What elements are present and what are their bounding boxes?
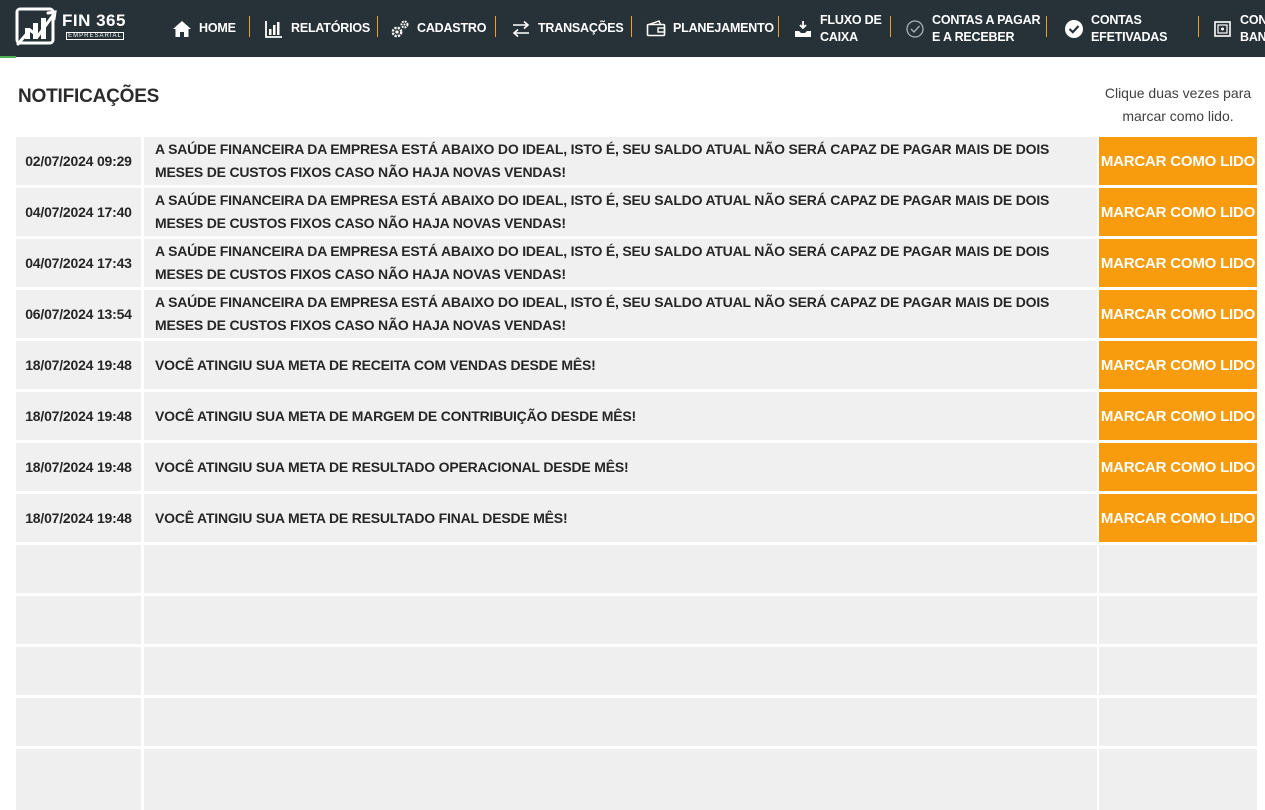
notification-date: 06/07/2024 13:54 bbox=[16, 290, 141, 338]
empty-cell bbox=[144, 698, 1097, 746]
notification-date: 04/07/2024 17:43 bbox=[16, 239, 141, 287]
empty-cell bbox=[144, 797, 1097, 810]
nav-separator bbox=[1046, 16, 1047, 37]
nav-contas-pagar-receber-label: CONTAS A PAGAR E A RECEBER bbox=[932, 12, 1041, 44]
notification-date: 04/07/2024 17:40 bbox=[16, 188, 141, 236]
nav-home-label: HOME bbox=[199, 21, 236, 35]
nav-contas-efetivadas[interactable]: CONTAS EFETIVADAS bbox=[1064, 0, 1167, 57]
check-circle-outline-icon bbox=[905, 19, 925, 39]
nav-separator bbox=[1198, 16, 1199, 37]
bank-icon bbox=[1213, 19, 1233, 39]
notification-message: A SAÚDE FINANCEIRA DA EMPRESA ESTÁ ABAIX… bbox=[144, 290, 1097, 338]
empty-cell bbox=[16, 797, 141, 810]
nav-fluxo-de-caixa[interactable]: FLUXO DE CAIXA bbox=[793, 0, 882, 57]
notification-date: 18/07/2024 19:48 bbox=[16, 443, 141, 491]
nav-planejamento-label: PLANEJAMENTO bbox=[673, 21, 774, 35]
nav-conciliacao-bancaria[interactable]: CONC BANC bbox=[1213, 0, 1265, 57]
bar-chart-icon bbox=[264, 19, 284, 39]
wallet-icon bbox=[646, 19, 666, 39]
notification-action-cell: MARCAR COMO LIDO bbox=[1099, 290, 1257, 338]
money-hand-icon bbox=[793, 19, 813, 39]
nav-contas-pagar-receber[interactable]: CONTAS A PAGAR E A RECEBER bbox=[905, 0, 1041, 57]
empty-cell bbox=[16, 647, 141, 695]
notification-date: 18/07/2024 19:48 bbox=[16, 494, 141, 542]
nav-separator bbox=[377, 16, 378, 37]
transfer-arrows-icon bbox=[511, 19, 531, 39]
nav-separator bbox=[631, 16, 632, 37]
empty-cell bbox=[1099, 749, 1257, 797]
logo-chart-icon bbox=[15, 7, 57, 46]
notification-date: 18/07/2024 19:48 bbox=[16, 341, 141, 389]
brand-name: FIN 365 bbox=[62, 11, 126, 30]
mark-as-read-button[interactable]: MARCAR COMO LIDO bbox=[1099, 239, 1257, 287]
empty-cell bbox=[1099, 596, 1257, 644]
notification-message: VOCÊ ATINGIU SUA META DE RESULTADO OPERA… bbox=[144, 443, 1097, 491]
notification-action-cell: MARCAR COMO LIDO bbox=[1099, 239, 1257, 287]
notification-action-cell: MARCAR COMO LIDO bbox=[1099, 443, 1257, 491]
empty-cell bbox=[1099, 698, 1257, 746]
notification-action-cell: MARCAR COMO LIDO bbox=[1099, 188, 1257, 236]
empty-cell bbox=[16, 545, 141, 593]
empty-cell bbox=[144, 647, 1097, 695]
notification-message: VOCÊ ATINGIU SUA META DE RESULTADO FINAL… bbox=[144, 494, 1097, 542]
nav-cadastro[interactable]: CADASTRO bbox=[390, 0, 486, 57]
gears-icon bbox=[390, 19, 410, 39]
mark-as-read-button[interactable]: MARCAR COMO LIDO bbox=[1099, 137, 1257, 185]
empty-cell bbox=[1099, 545, 1257, 593]
notification-date: 02/07/2024 09:29 bbox=[16, 137, 141, 185]
empty-cell bbox=[144, 596, 1097, 644]
nav-home[interactable]: HOME bbox=[172, 0, 236, 57]
nav-fluxo-de-caixa-label: FLUXO DE CAIXA bbox=[820, 12, 882, 44]
mark-as-read-button[interactable]: MARCAR COMO LIDO bbox=[1099, 392, 1257, 440]
empty-cell bbox=[144, 749, 1097, 797]
mark-as-read-button[interactable]: MARCAR COMO LIDO bbox=[1099, 341, 1257, 389]
nav-relatorios[interactable]: RELATÓRIOS bbox=[264, 0, 370, 57]
mark-read-hint: Clique duas vezes para marcar como lido. bbox=[1104, 85, 1252, 124]
nav-relatorios-label: RELATÓRIOS bbox=[291, 21, 371, 35]
notification-message: VOCÊ ATINGIU SUA META DE MARGEM DE CONTR… bbox=[144, 392, 1097, 440]
page-title: NOTIFICAÇÕES bbox=[18, 86, 160, 107]
empty-cell bbox=[1099, 797, 1257, 810]
nav-contas-efetivadas-label: CONTAS EFETIVADAS bbox=[1091, 12, 1168, 44]
notification-message: A SAÚDE FINANCEIRA DA EMPRESA ESTÁ ABAIX… bbox=[144, 137, 1097, 185]
notification-date: 18/07/2024 19:48 bbox=[16, 392, 141, 440]
mark-as-read-button[interactable]: MARCAR COMO LIDO bbox=[1099, 443, 1257, 491]
notification-action-cell: MARCAR COMO LIDO bbox=[1099, 341, 1257, 389]
notification-action-cell: MARCAR COMO LIDO bbox=[1099, 137, 1257, 185]
notification-message: VOCÊ ATINGIU SUA META DE RECEITA COM VEN… bbox=[144, 341, 1097, 389]
nav-separator bbox=[890, 16, 891, 37]
mark-as-read-button[interactable]: MARCAR COMO LIDO bbox=[1099, 494, 1257, 542]
empty-cell bbox=[1099, 647, 1257, 695]
empty-cell bbox=[16, 596, 141, 644]
brand-subtitle: EMPRESARIAL bbox=[66, 32, 124, 40]
active-indicator bbox=[0, 56, 16, 58]
notification-message: A SAÚDE FINANCEIRA DA EMPRESA ESTÁ ABAIX… bbox=[144, 188, 1097, 236]
nav-transacoes[interactable]: TRANSAÇÕES bbox=[511, 0, 624, 57]
nav-planejamento[interactable]: PLANEJAMENTO bbox=[646, 0, 774, 57]
empty-cell bbox=[16, 749, 141, 797]
notification-action-cell: MARCAR COMO LIDO bbox=[1099, 494, 1257, 542]
mark-as-read-button[interactable]: MARCAR COMO LIDO bbox=[1099, 188, 1257, 236]
top-nav-bar: FIN 365 EMPRESARIAL HOME RELATÓRIOS CADA… bbox=[0, 0, 1265, 57]
empty-cell bbox=[144, 545, 1097, 593]
notification-action-cell: MARCAR COMO LIDO bbox=[1099, 392, 1257, 440]
nav-separator bbox=[778, 16, 779, 37]
nav-separator bbox=[249, 16, 250, 37]
nav-transacoes-label: TRANSAÇÕES bbox=[538, 21, 624, 35]
empty-cell bbox=[16, 698, 141, 746]
nav-separator bbox=[495, 16, 496, 37]
home-icon bbox=[172, 19, 192, 39]
app-logo[interactable]: FIN 365 EMPRESARIAL bbox=[14, 6, 128, 48]
mark-as-read-button[interactable]: MARCAR COMO LIDO bbox=[1099, 290, 1257, 338]
notification-message: A SAÚDE FINANCEIRA DA EMPRESA ESTÁ ABAIX… bbox=[144, 239, 1097, 287]
nav-conciliacao-bancaria-label: CONC BANC bbox=[1240, 12, 1265, 44]
nav-cadastro-label: CADASTRO bbox=[417, 21, 487, 35]
check-circle-filled-icon bbox=[1064, 19, 1084, 39]
